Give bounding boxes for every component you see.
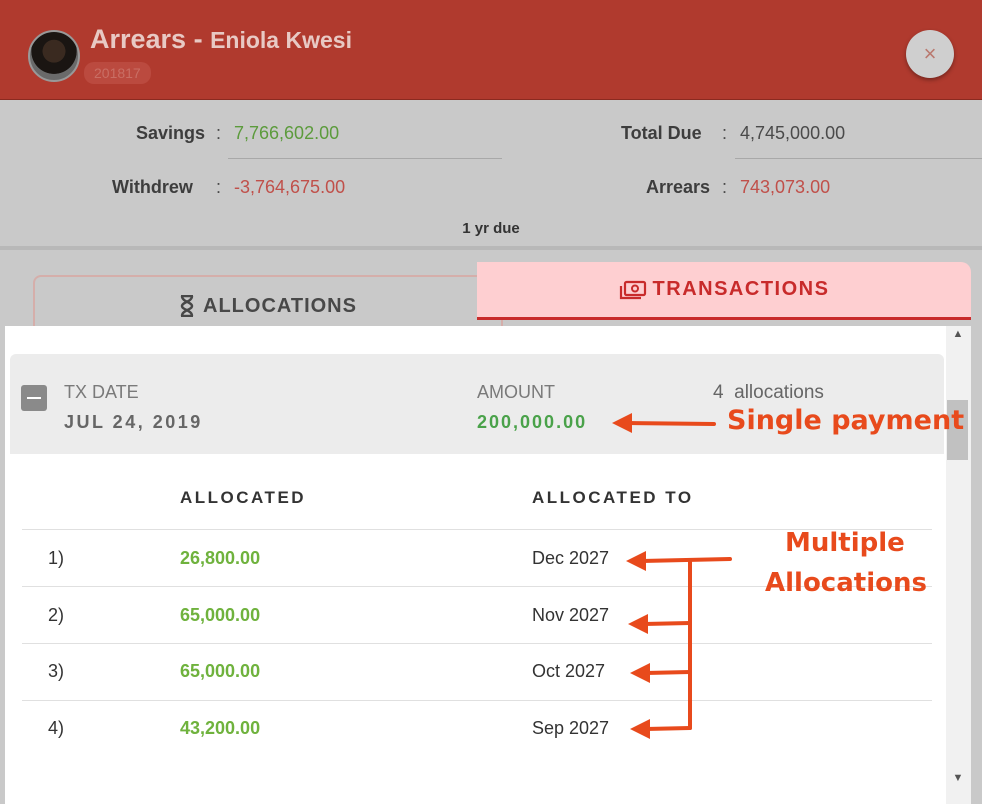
withdrew-label: Withdrew xyxy=(112,177,193,197)
withdrew-sep: : xyxy=(216,177,222,197)
amount-label: AMOUNT xyxy=(477,382,555,402)
allocations-number: 4 xyxy=(713,382,724,403)
scroll-down-icon[interactable]: ▼ xyxy=(950,770,966,786)
row-index: 2) xyxy=(48,605,65,625)
total-due-divider xyxy=(735,158,982,159)
close-icon: × xyxy=(923,41,937,66)
savings-value: 7,766,602.00 xyxy=(234,123,340,143)
scroll-up-icon[interactable]: ▲ xyxy=(950,326,966,342)
tab-transactions-label: TRANSACTIONS xyxy=(652,278,830,300)
row-allocated-to: Nov 2027 xyxy=(532,605,610,625)
close-button[interactable]: × xyxy=(906,30,954,78)
avatar xyxy=(28,30,80,82)
withdrew-value: -3,764,675.00 xyxy=(234,177,346,197)
multiple-allocations-callout-line1: Multiple xyxy=(785,528,905,558)
dialog-header: Arrears - Eniola Kwesi 201817 × xyxy=(0,0,982,100)
dialog-title-text: Arrears xyxy=(90,24,187,54)
hourglass-icon xyxy=(180,295,194,317)
student-id-badge: 201817 xyxy=(84,62,151,84)
row-index: 3) xyxy=(48,661,65,681)
money-icon xyxy=(619,280,646,299)
tab-allocations-label: ALLOCATIONS xyxy=(203,294,357,317)
arrears-sep: : xyxy=(722,177,728,197)
single-payment-callout: Single payment xyxy=(727,405,965,436)
row-allocated-to: Sep 2027 xyxy=(532,718,610,738)
header-allocated-to: ALLOCATED TO xyxy=(532,488,694,507)
transaction-card xyxy=(10,354,944,454)
scrollbar[interactable] xyxy=(946,326,971,804)
header-allocated: ALLOCATED xyxy=(180,488,307,507)
summary-separator xyxy=(0,246,982,250)
arrears-value: 743,073.00 xyxy=(740,177,831,197)
row-allocated-to: Oct 2027 xyxy=(532,661,606,681)
row-allocated: 65,000.00 xyxy=(180,605,261,625)
arrears-label: Arrears xyxy=(646,177,711,197)
total-due-label: Total Due xyxy=(621,123,702,143)
dialog-title: Arrears - Eniola Kwesi xyxy=(90,24,352,55)
row-index: 1) xyxy=(48,548,65,568)
savings-sep: : xyxy=(216,123,222,143)
row-index: 4) xyxy=(48,718,65,738)
tx-date-label: TX DATE xyxy=(64,382,139,402)
allocations-count: 4 allocations xyxy=(713,382,824,404)
multiple-allocations-callout-line2: Allocations xyxy=(765,568,927,598)
row-allocated: 26,800.00 xyxy=(180,548,261,568)
row-allocated: 43,200.00 xyxy=(180,718,261,738)
student-name: Eniola Kwesi xyxy=(210,27,352,53)
row-allocated-to: Dec 2027 xyxy=(532,548,610,568)
row-allocated: 65,000.00 xyxy=(180,661,261,681)
tx-date-value: JUL 24, 2019 xyxy=(64,412,203,432)
title-dash: - xyxy=(186,24,211,54)
due-note: 1 yr due xyxy=(462,220,520,237)
tab-transactions[interactable]: TRANSACTIONS xyxy=(477,262,971,320)
savings-label: Savings xyxy=(136,123,206,143)
savings-divider xyxy=(228,158,502,159)
table-divider xyxy=(22,643,932,644)
allocations-word: allocations xyxy=(734,382,824,403)
total-due-value: 4,745,000.00 xyxy=(740,123,846,143)
table-divider xyxy=(22,700,932,701)
total-due-sep: : xyxy=(722,123,728,143)
amount-value: 200,000.00 xyxy=(477,412,588,432)
minus-square-icon[interactable] xyxy=(21,385,47,411)
